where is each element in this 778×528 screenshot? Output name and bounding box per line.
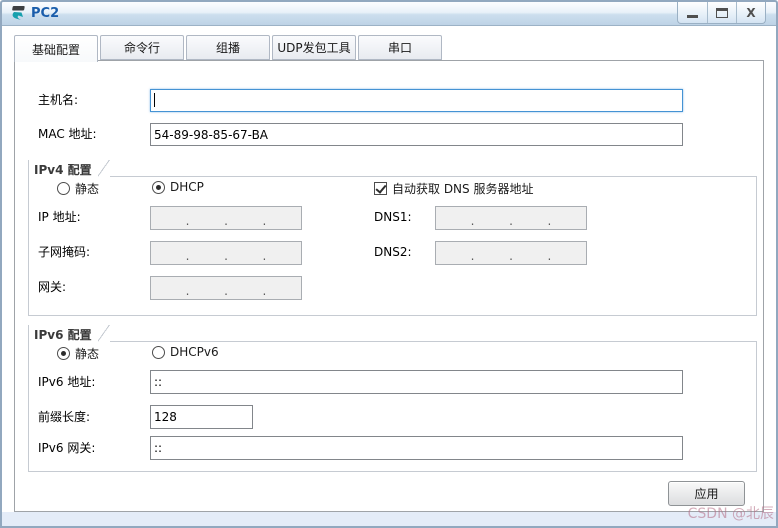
ip-dot: . xyxy=(470,249,475,263)
tab-serial[interactable]: 串口 xyxy=(358,35,442,60)
mac-label: MAC 地址: xyxy=(38,127,97,141)
tab-multicast[interactable]: 组播 xyxy=(186,35,270,60)
ipv6-group-title: IPv6 配置 xyxy=(34,328,92,342)
ipv4-group-title: IPv4 配置 xyxy=(34,163,92,177)
group-border xyxy=(28,160,29,316)
hostname-input[interactable] xyxy=(150,89,683,112)
ipv4-dhcp-label: DHCP xyxy=(170,180,204,194)
hostname-label: 主机名: xyxy=(38,93,79,107)
ip-dot: . xyxy=(185,249,190,263)
ip-dot: . xyxy=(185,284,190,298)
window-title: PC2 xyxy=(31,6,60,21)
ip-dot: . xyxy=(547,249,552,263)
minimize-button[interactable] xyxy=(678,2,707,23)
ip-dot: . xyxy=(509,249,513,263)
mac-input[interactable] xyxy=(150,123,683,146)
close-icon: X xyxy=(746,5,756,20)
dns-auto-checkbox[interactable]: 自动获取 DNS 服务器地址 xyxy=(374,180,533,197)
dns1-input-disabled: . . . xyxy=(435,206,587,230)
dns1-label: DNS1: xyxy=(374,210,412,224)
title-bar: PC2 xyxy=(2,2,776,26)
ip-dot: . xyxy=(185,214,190,228)
ipv4-group: IPv4 配置 静态 DHCP 自动获取 DNS 服务器地址 IP 地址: . … xyxy=(28,160,757,316)
window-controls: X xyxy=(677,2,766,24)
dns-auto-label: 自动获取 DNS 服务器地址 xyxy=(392,182,534,196)
ip-dot: . xyxy=(224,249,228,263)
ip-dot: . xyxy=(509,214,513,228)
pc-icon xyxy=(12,6,25,20)
group-border xyxy=(28,471,757,472)
group-border xyxy=(756,177,757,316)
group-border xyxy=(28,325,29,472)
ipv6-dhcpv6-radio[interactable]: DHCPv6 xyxy=(152,345,219,359)
radio-icon xyxy=(152,345,165,359)
ipv6-static-radio[interactable]: 静态 xyxy=(57,345,99,362)
ip-dot: . xyxy=(470,214,475,228)
ipv6-address-label: IPv6 地址: xyxy=(38,375,96,389)
radio-icon xyxy=(57,182,70,195)
radio-checked-icon xyxy=(152,180,165,194)
prefix-length-label: 前缀长度: xyxy=(38,410,91,424)
ipv4-group-header: IPv4 配置 xyxy=(29,160,757,177)
ipv4-dhcp-radio[interactable]: DHCP xyxy=(152,180,204,194)
ip-dot: . xyxy=(224,214,228,228)
group-header-diagonal xyxy=(97,325,110,342)
ip-dot: . xyxy=(224,284,228,298)
text-caret xyxy=(154,93,155,107)
window-bottom-strip xyxy=(2,512,776,526)
ipv4-static-radio[interactable]: 静态 xyxy=(57,180,99,197)
gateway-label: 网关: xyxy=(38,280,67,294)
group-border xyxy=(28,315,757,316)
ipv6-group-header: IPv6 配置 xyxy=(29,325,757,342)
tab-label: 基础配置 xyxy=(31,42,80,57)
ip-dot: . xyxy=(262,284,267,298)
tab-udp-tool[interactable]: UDP发包工具 xyxy=(272,35,356,60)
group-header-line xyxy=(109,325,757,342)
radio-checked-icon xyxy=(57,347,70,360)
tab-label: UDP发包工具 xyxy=(277,41,351,55)
tab-basic-config[interactable]: 基础配置 xyxy=(14,35,98,62)
ipv6-dhcpv6-label: DHCPv6 xyxy=(170,345,219,359)
ipv6-static-label: 静态 xyxy=(75,347,100,361)
subnet-mask-input-disabled: . . . xyxy=(150,241,302,265)
group-header-line xyxy=(109,160,757,177)
dns2-input-disabled: . . . xyxy=(435,241,587,265)
tab-bar: 基础配置 命令行 组播 UDP发包工具 串口 xyxy=(14,35,442,62)
watermark: CSDN @北辰 xyxy=(687,506,774,522)
ip-dot: . xyxy=(262,249,267,263)
ipv6-group: IPv6 配置 静态 DHCPv6 IPv6 地址: 前缀长度: IPv6 网关… xyxy=(28,325,757,472)
minimize-icon xyxy=(687,15,698,18)
tab-label: 串口 xyxy=(387,41,412,55)
tab-label: 命令行 xyxy=(123,41,160,55)
maximize-icon xyxy=(716,7,728,18)
ip-address-input-disabled: . . . xyxy=(150,206,302,230)
group-border xyxy=(756,342,757,472)
ip-address-label: IP 地址: xyxy=(38,210,81,224)
close-button[interactable]: X xyxy=(736,2,765,23)
gateway-input-disabled: . . . xyxy=(150,276,302,300)
hostname-field-wrap xyxy=(150,89,683,112)
prefix-length-input[interactable] xyxy=(150,405,253,429)
apply-button-label: 应用 xyxy=(694,487,719,501)
tab-label: 组播 xyxy=(215,41,240,55)
dns2-label: DNS2: xyxy=(374,245,412,259)
subnet-mask-label: 子网掩码: xyxy=(38,245,91,259)
content-panel: 主机名: MAC 地址: IPv4 配置 静态 DHCP xyxy=(14,60,764,512)
tab-command-line[interactable]: 命令行 xyxy=(100,35,184,60)
pc-config-window: PC2 X 基础配置 命令行 组播 UDP发包工具 串口 主机名: MAC 地址… xyxy=(0,0,778,528)
ipv6-gateway-input[interactable] xyxy=(150,436,683,460)
ip-dot: . xyxy=(262,214,267,228)
checkbox-checked-icon xyxy=(374,182,387,195)
ipv6-address-input[interactable] xyxy=(150,370,683,394)
group-header-diagonal xyxy=(97,160,110,177)
ipv4-static-label: 静态 xyxy=(75,182,100,196)
maximize-button[interactable] xyxy=(707,2,736,23)
ip-dot: . xyxy=(547,214,552,228)
ipv6-gateway-label: IPv6 网关: xyxy=(38,441,96,455)
